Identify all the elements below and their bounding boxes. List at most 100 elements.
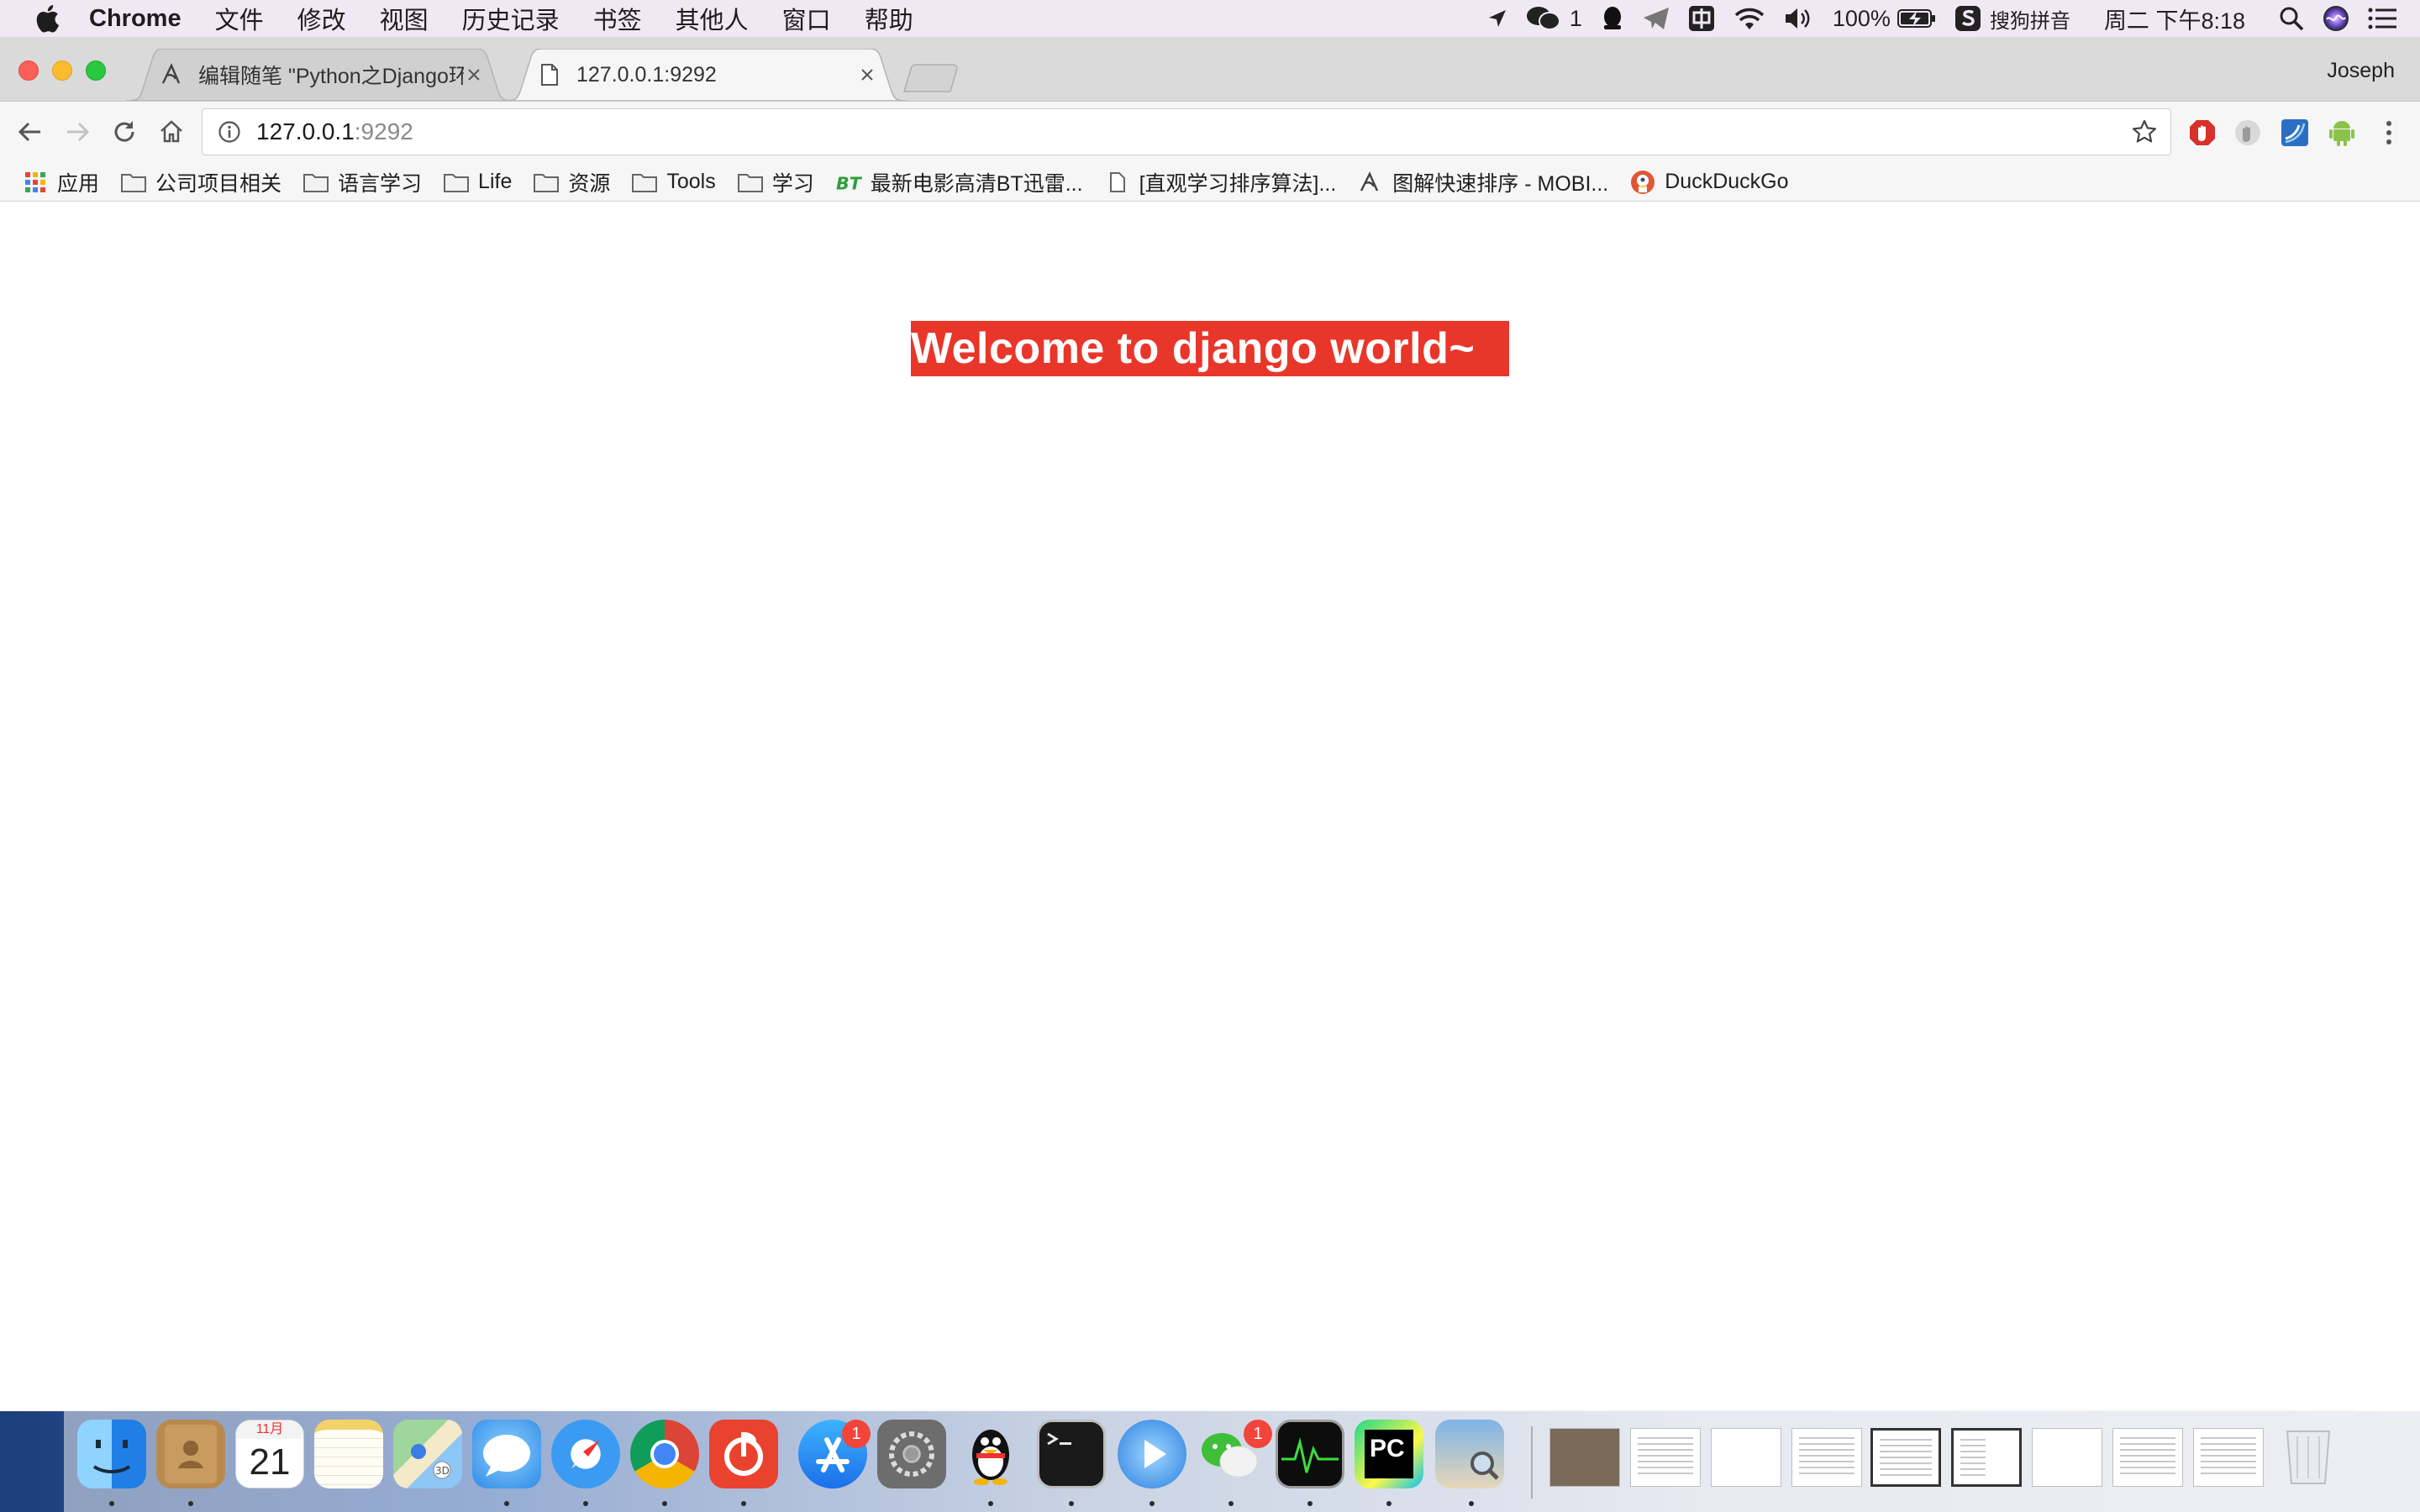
tab-close-icon[interactable] — [857, 65, 877, 85]
menu-window[interactable]: 窗口 — [782, 1, 831, 36]
dock-notes[interactable] — [314, 1420, 383, 1488]
url-host: 127.0.0.1 — [256, 118, 355, 144]
new-tab-button[interactable] — [899, 64, 963, 92]
dock-trash[interactable] — [2274, 1420, 2343, 1488]
dock-qq[interactable] — [956, 1420, 1025, 1488]
notification-center-icon[interactable] — [2368, 0, 2396, 37]
profile-name[interactable]: Joseph — [2327, 59, 2395, 83]
menu-people[interactable]: 其他人 — [676, 1, 749, 36]
address-bar[interactable]: 127.0.0.1:9292 — [202, 108, 2171, 155]
qq-status-icon[interactable] — [1601, 0, 1624, 37]
bookmark-folder[interactable]: 语言学习 — [302, 167, 422, 197]
minimized-window-thumbnail[interactable] — [2032, 1428, 2102, 1487]
blue-wave-extension-icon[interactable] — [2279, 117, 2311, 149]
dock-terminal[interactable] — [1037, 1420, 1106, 1488]
tab-localhost[interactable]: 127.0.0.1:9292 — [504, 49, 908, 101]
bookmark-link[interactable]: 图解快速排序 - MOBI... — [1357, 167, 1608, 197]
bookmark-link[interactable]: BT 最新电影高清BT迅雷... — [835, 167, 1083, 197]
window-close-button[interactable] — [18, 60, 39, 81]
dock-safari[interactable] — [551, 1420, 620, 1488]
address-url[interactable]: 127.0.0.1:9292 — [256, 118, 413, 145]
bookmark-link[interactable]: [直观学习排序算法]... — [1104, 167, 1336, 197]
menu-edit[interactable]: 修改 — [297, 1, 346, 36]
location-arrow-icon[interactable] — [1487, 0, 1507, 37]
reload-button[interactable] — [108, 115, 141, 149]
menu-bar: Chrome 文件 修改 视图 历史记录 书签 其他人 窗口 帮助 1 100%… — [0, 0, 2420, 37]
menu-bookmarks[interactable]: 书签 — [593, 1, 642, 36]
dock-netease-music[interactable] — [709, 1420, 778, 1488]
telegram-status-icon[interactable] — [1643, 0, 1670, 37]
volume-icon[interactable] — [1784, 0, 1814, 37]
bookmark-star-icon[interactable] — [2130, 118, 2159, 146]
tab-editor[interactable]: 编辑随笔 "Python之Django环境 — [126, 49, 514, 101]
safari-compass-icon — [571, 1440, 600, 1468]
minimized-window-thumbnail[interactable] — [1630, 1428, 1701, 1487]
minimized-window-thumbnail[interactable] — [1711, 1428, 1781, 1487]
bookmark-label: 资源 — [568, 171, 611, 196]
menu-help[interactable]: 帮助 — [865, 1, 913, 36]
chrome-menu-icon[interactable] — [2373, 117, 2405, 149]
bookmark-folder[interactable]: Life — [443, 170, 512, 194]
dock-preview[interactable] — [1435, 1420, 1504, 1488]
preview-magnifier-icon — [1470, 1452, 1499, 1480]
bookmark-apps[interactable]: 应用 — [22, 167, 99, 197]
apps-grid-icon — [22, 171, 49, 194]
siri-icon[interactable] — [2323, 0, 2349, 37]
bookmark-folder[interactable]: 公司项目相关 — [120, 167, 281, 197]
minimized-window-thumbnail[interactable] — [1951, 1428, 2022, 1487]
bookmark-folder[interactable]: 资源 — [533, 167, 610, 197]
input-source-icon[interactable] — [1688, 0, 1715, 37]
window-zoom-button[interactable] — [86, 60, 106, 81]
minimized-window-thumbnail[interactable] — [1870, 1428, 1941, 1487]
bookmark-folder[interactable]: Tools — [631, 170, 716, 194]
apple-menu-icon[interactable] — [30, 2, 64, 35]
window-minimize-button[interactable] — [52, 60, 72, 81]
dock-system-preferences[interactable] — [877, 1420, 946, 1488]
dock-messages[interactable] — [472, 1420, 541, 1488]
hand-extension-icon[interactable] — [2232, 117, 2264, 149]
bt-site-icon: BT — [835, 171, 862, 194]
dock-pycharm[interactable]: PC — [1355, 1420, 1423, 1488]
bookmark-label: 语言学习 — [338, 171, 423, 196]
minimized-window-thumbnail[interactable] — [1791, 1428, 1862, 1487]
dock-quicktime[interactable] — [1118, 1420, 1186, 1488]
minimized-window-thumbnail[interactable] — [2112, 1428, 2183, 1487]
trash-icon — [2286, 1431, 2331, 1484]
bookmark-label: 图解快速排序 - MOBI... — [1392, 171, 1609, 196]
dock-contacts[interactable] — [156, 1420, 225, 1488]
minimized-window-thumbnail[interactable] — [1549, 1428, 1620, 1487]
dock-calendar[interactable]: 11月 21 — [235, 1420, 304, 1488]
tab-close-icon[interactable] — [464, 65, 484, 85]
minimized-window-thumbnail[interactable] — [2193, 1428, 2264, 1487]
menu-file[interactable]: 文件 — [215, 1, 264, 36]
bookmark-label: Life — [478, 170, 513, 193]
bookmark-link[interactable]: DuckDuckGo — [1629, 170, 1789, 194]
bookmark-label: DuckDuckGo — [1665, 170, 1789, 193]
url-port: :9292 — [354, 118, 413, 144]
menubar-clock[interactable]: 周二 下午8:18 — [2104, 0, 2245, 37]
dock-chrome[interactable] — [630, 1420, 699, 1488]
back-button[interactable] — [13, 115, 47, 149]
dock-maps[interactable]: 3D — [393, 1420, 462, 1488]
home-button[interactable] — [155, 115, 188, 149]
activity-graph-icon — [1281, 1437, 1339, 1473]
menu-app-name[interactable]: Chrome — [89, 5, 182, 33]
battery-charging-icon[interactable] — [1897, 8, 1936, 29]
sogou-input-menu[interactable]: 搜狗拼音 — [1954, 0, 2070, 37]
finder-icon — [92, 1440, 131, 1473]
menu-history[interactable]: 历史记录 — [462, 1, 560, 36]
bookmark-folder[interactable]: 学习 — [737, 167, 814, 197]
blog-icon — [1357, 171, 1384, 194]
dock-finder[interactable] — [77, 1420, 146, 1488]
site-info-icon[interactable] — [216, 118, 243, 145]
wechat-status-icon[interactable]: 1 — [1526, 0, 1582, 37]
forward-button[interactable] — [60, 115, 94, 149]
menu-view[interactable]: 视图 — [380, 1, 429, 36]
adblock-extension-icon[interactable] — [2186, 117, 2218, 149]
android-extension-icon[interactable] — [2326, 117, 2358, 149]
battery-percent: 100% — [1832, 5, 1891, 31]
wifi-icon[interactable] — [1733, 0, 1765, 37]
spotlight-search-icon[interactable] — [2279, 0, 2304, 37]
dock-separator — [1531, 1426, 1533, 1499]
dock-activity-monitor[interactable] — [1276, 1420, 1344, 1488]
